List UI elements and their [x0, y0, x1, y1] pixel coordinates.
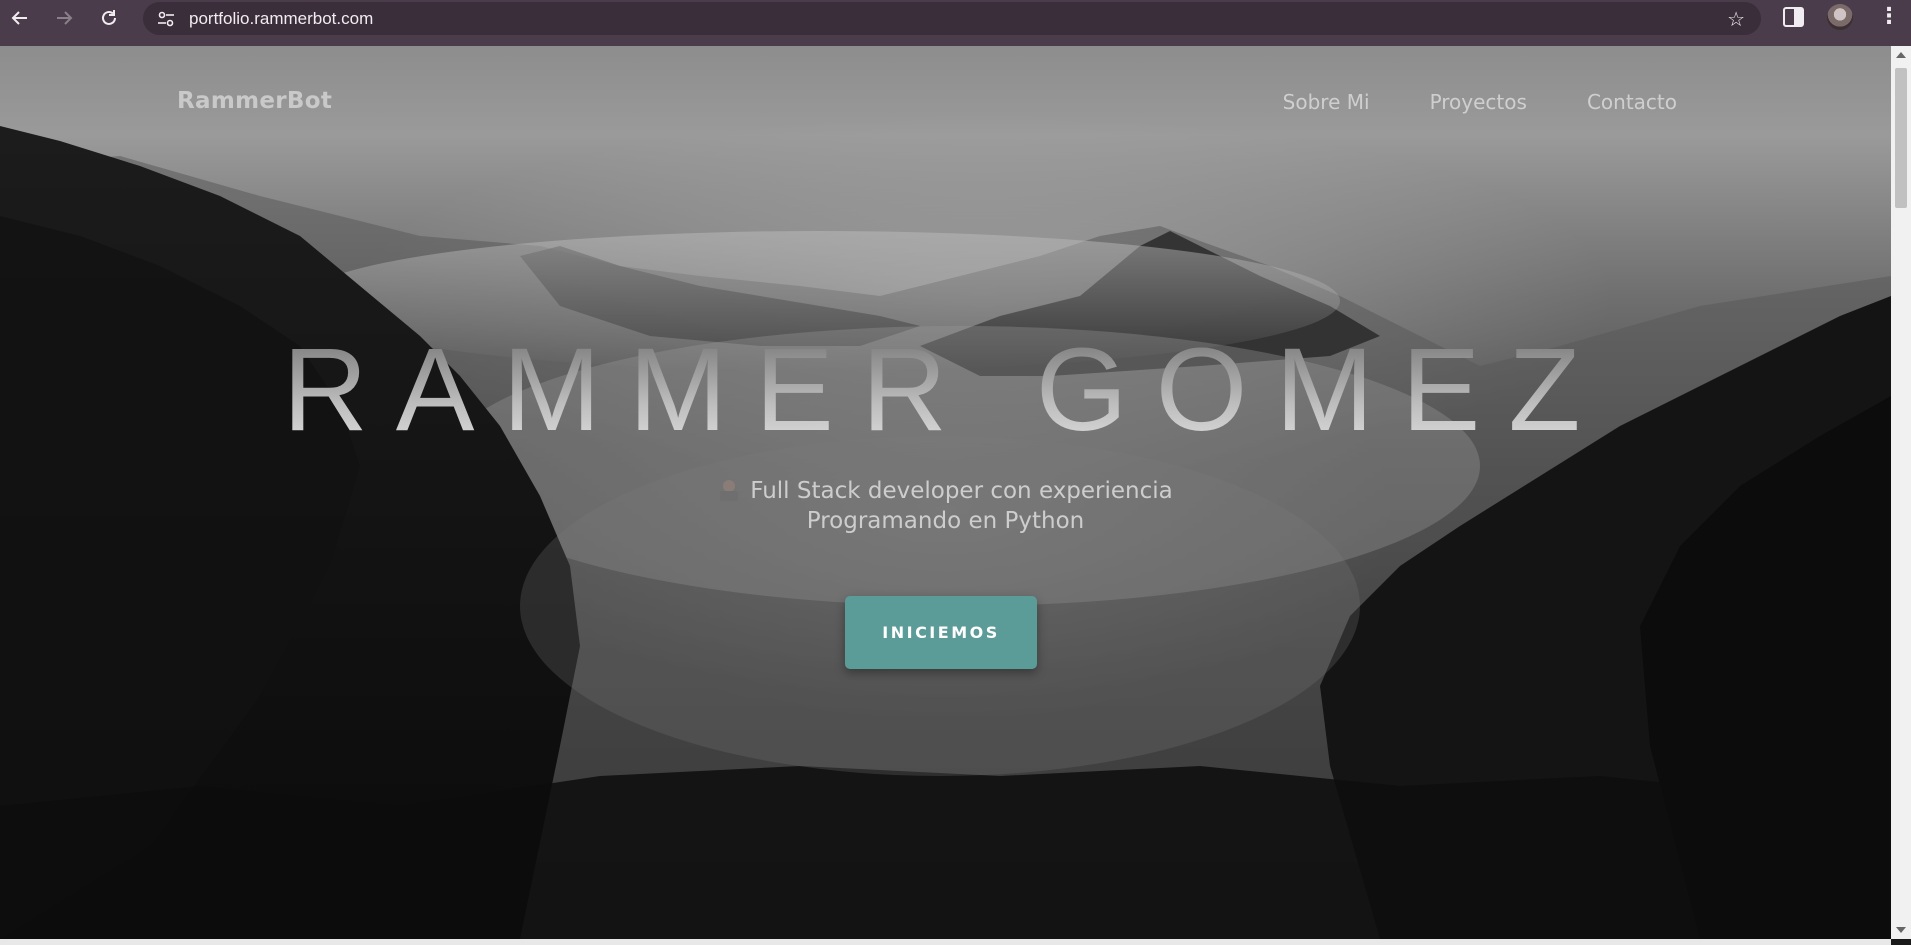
horizontal-scrollbar[interactable]: [0, 939, 1891, 945]
nav-link-proyectos[interactable]: Proyectos: [1430, 90, 1527, 114]
arrow-right-icon: [57, 11, 73, 25]
url-text[interactable]: portfolio.rammerbot.com: [189, 9, 373, 29]
hero-subtitle: Full Stack developer con experiencia Pro…: [0, 476, 1891, 536]
main-nav: Sobre Mi Proyectos Contacto: [1283, 90, 1677, 114]
browser-toolbar: portfolio.rammerbot.com ☆ ⋮: [0, 0, 1911, 46]
scroll-down-icon[interactable]: [1896, 927, 1906, 933]
developer-emoji-icon: [718, 479, 740, 501]
cta-button[interactable]: INICIEMOS: [845, 596, 1037, 669]
address-bar[interactable]: portfolio.rammerbot.com ☆: [143, 2, 1761, 35]
star-icon[interactable]: ☆: [1727, 7, 1745, 31]
reload-button[interactable]: [89, 0, 129, 36]
hero-title: RAMMER GOMEZ: [0, 322, 1891, 458]
vertical-scrollbar[interactable]: [1891, 46, 1911, 939]
brand-logo[interactable]: RammerBot: [177, 88, 332, 114]
subtitle-line-2: Programando en Python: [806, 508, 1085, 534]
forward-button[interactable]: [44, 0, 84, 36]
hero-section: RammerBot Sobre Mi Proyectos Contacto RA…: [0, 46, 1891, 939]
kebab-menu-icon[interactable]: ⋮: [1878, 4, 1900, 29]
nav-link-sobre-mi[interactable]: Sobre Mi: [1283, 90, 1370, 114]
scrollbar-thumb[interactable]: [1895, 68, 1907, 208]
side-panel-icon[interactable]: [1783, 7, 1804, 27]
arrow-left-icon: [11, 11, 27, 25]
nav-link-contacto[interactable]: Contacto: [1587, 90, 1677, 114]
back-button[interactable]: [0, 0, 40, 36]
tune-icon[interactable]: [155, 8, 177, 30]
scroll-up-icon[interactable]: [1896, 52, 1906, 58]
subtitle-line-1: Full Stack developer con experiencia: [750, 478, 1173, 504]
avatar[interactable]: [1827, 4, 1853, 30]
reload-icon: [102, 10, 116, 25]
page-viewport: RammerBot Sobre Mi Proyectos Contacto RA…: [0, 46, 1891, 939]
